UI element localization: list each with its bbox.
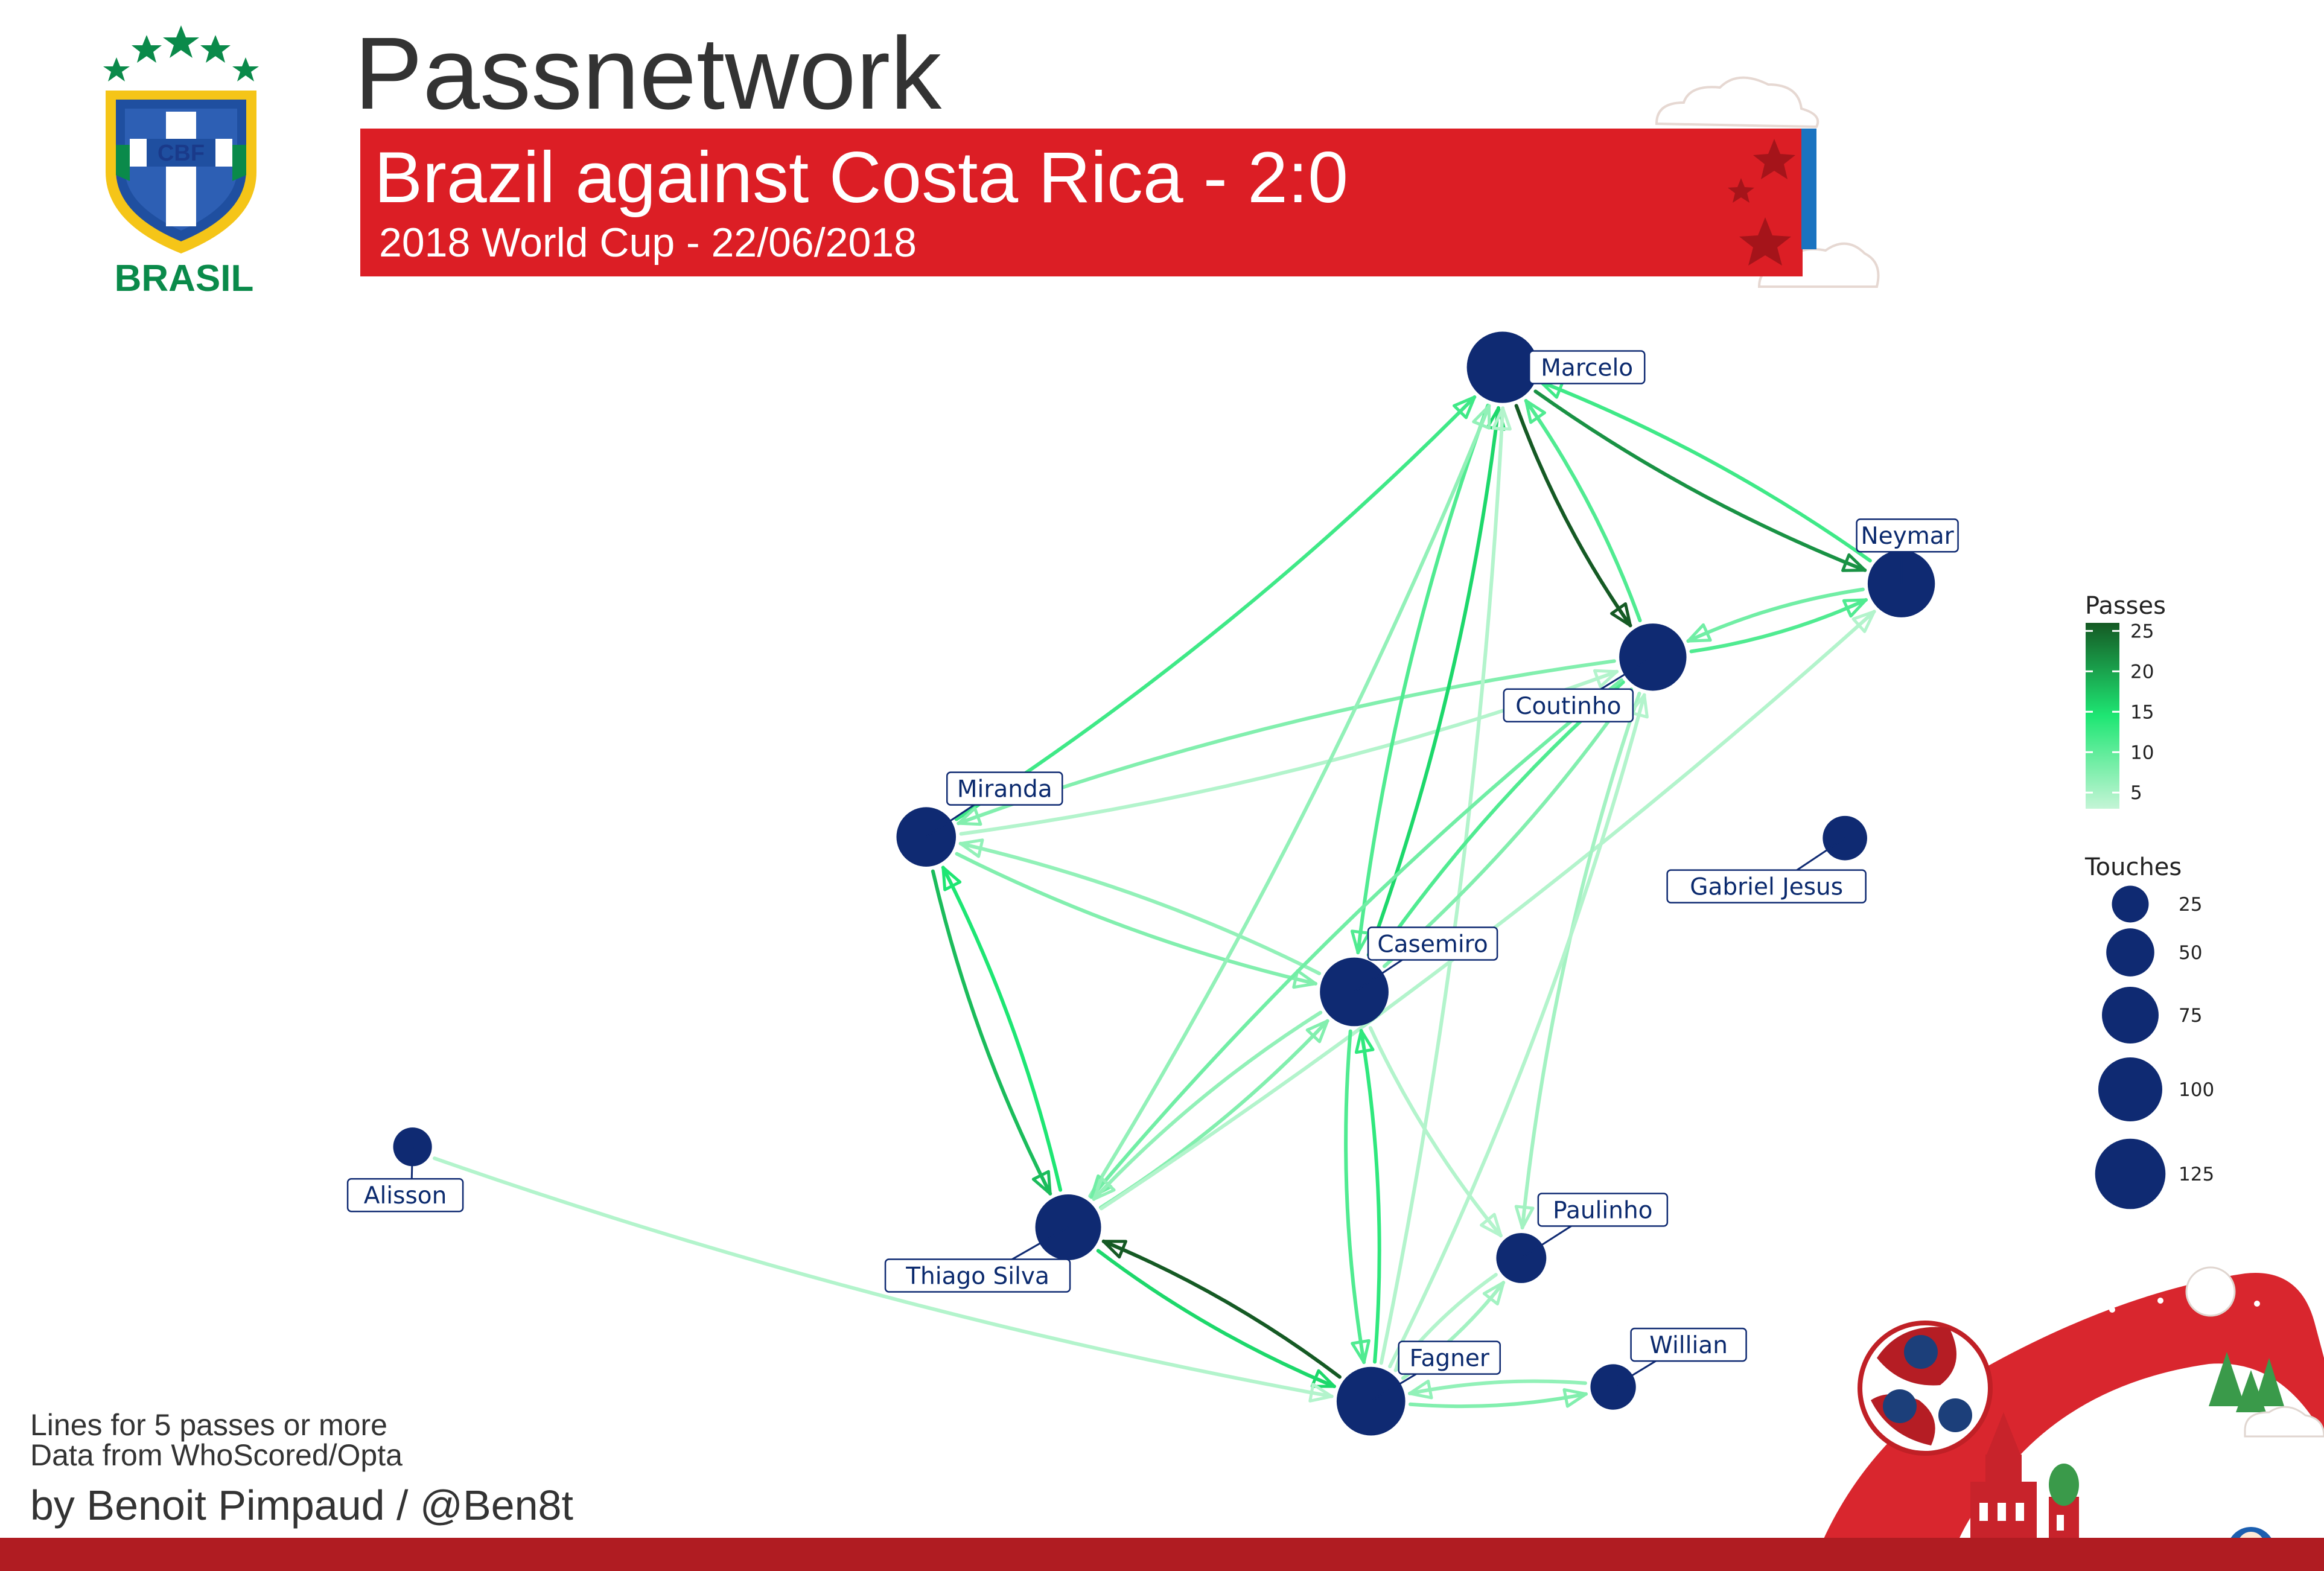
brasil-wordmark: BRASIL [115, 258, 254, 299]
pass-edge [1407, 1379, 1587, 1400]
pass-edge [1409, 1388, 1588, 1409]
touches-legend-label: 100 [2179, 1079, 2214, 1101]
pass-edge [1524, 398, 1642, 623]
player-label: Willian [1649, 1332, 1728, 1359]
touches-legend-key [2106, 928, 2154, 977]
pass-edge [931, 869, 1052, 1196]
caption-threshold: Lines for 5 passes or more [30, 1408, 387, 1442]
pass-edge [1533, 389, 1867, 572]
passes-legend-tick: 20 [2130, 661, 2154, 683]
banner-stripe [1801, 129, 1816, 249]
player-label: Gabriel Jesus [1690, 874, 1843, 901]
byline: by Benoit Pimpaud / @Ben8t [30, 1482, 573, 1529]
player-label: Neymar [1861, 523, 1954, 550]
passes-legend-tick: 10 [2130, 742, 2154, 763]
passes-legend-tick: 5 [2130, 782, 2142, 804]
caption-source: Data from WhoScored/Opta [30, 1438, 403, 1472]
bottom-bar [0, 1538, 2324, 1571]
pass-edge [954, 395, 1477, 821]
player-label: Coutinho [1515, 693, 1621, 720]
player-label: Casemiro [1377, 931, 1488, 958]
passes-colorbar [2086, 623, 2119, 809]
banner-subtitle: 2018 World Cup - 22/06/2018 [379, 220, 917, 266]
touches-legend-title: Touches [2084, 853, 2182, 881]
pass-edge [955, 852, 1318, 989]
pass-edge [1350, 403, 1490, 955]
pass-edge [1514, 404, 1632, 628]
pass-edge [1099, 1019, 1329, 1209]
banner-title: Brazil against Costa Rica - 2:0 [374, 137, 1348, 218]
pass-edge [1382, 687, 1634, 969]
pass-edge [1092, 1010, 1323, 1201]
player-label: Fagner [1410, 1345, 1490, 1372]
pass-edge [1344, 1029, 1371, 1365]
player-label: Paulinho [1553, 1197, 1652, 1224]
pass-network-plot: Marcelo Neymar Coutinho Miranda Casemiro Gabr… [346, 331, 1959, 1436]
pass-edge [1100, 610, 1876, 1211]
touches-legend-key [2095, 1138, 2166, 1209]
passes-legend-tick: 15 [2130, 701, 2154, 723]
pass-edge [1096, 1249, 1337, 1389]
cbf-crest-icon: CBF [103, 25, 259, 253]
touches-legend-label: 125 [2179, 1164, 2214, 1185]
player-label: Marcelo [1541, 355, 1633, 382]
player-labels: Marcelo Neymar Coutinho Miranda Casemiro Gabr… [346, 350, 1959, 1402]
pass-edge [1354, 1028, 1381, 1364]
touches-legend-label: 50 [2179, 942, 2202, 964]
passes-legend-tick: 25 [2130, 620, 2154, 642]
pass-edge [1539, 380, 1872, 562]
pass-edge [958, 838, 1322, 975]
touches-legend-key [2102, 987, 2159, 1044]
touches-legend-label: 75 [2179, 1005, 2202, 1027]
pass-edge [433, 1156, 1334, 1403]
passes-legend-title: Passes [2085, 592, 2166, 620]
player-label: Alisson [364, 1182, 447, 1209]
player-label: Miranda [957, 776, 1052, 803]
page-title: Passnetwork [354, 16, 942, 131]
pass-edges [433, 380, 1876, 1409]
pass-network-figure: CBF BRASIL Passnetwork Brazil against Co… [0, 16, 2324, 1571]
passes-legend: Passes 25 20 15 10 5 [2085, 592, 2166, 809]
player-label: Thiago Silva [905, 1263, 1049, 1290]
pass-edge [1379, 406, 1512, 1365]
touches-legend-key [2112, 885, 2149, 923]
player-node [1619, 623, 1687, 691]
crest-text: CBF [158, 141, 205, 166]
touches-legend-label: 25 [2179, 894, 2202, 916]
touches-legend-key [2098, 1057, 2162, 1121]
touches-legend: Touches 25 50 75 100 125 [2084, 853, 2214, 1209]
pass-edge [941, 865, 1063, 1192]
world-cup-2018-decoration-icon [1810, 1266, 2324, 1571]
